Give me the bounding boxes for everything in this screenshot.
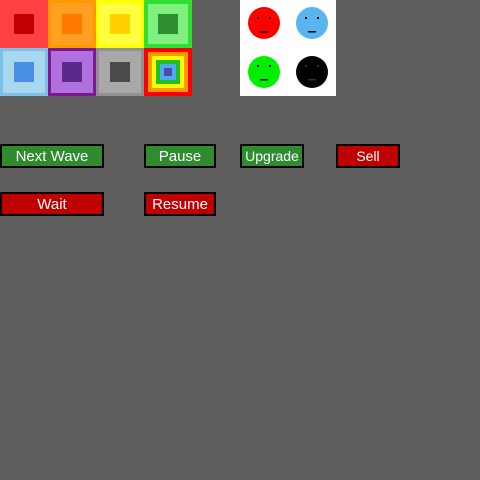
tower-red-core: [14, 14, 34, 34]
tower-rainbow-core: [164, 68, 172, 76]
tower-green[interactable]: [144, 0, 192, 48]
tower-purple[interactable]: [48, 48, 96, 96]
wait-button[interactable]: Wait: [0, 192, 104, 216]
next-wave-button[interactable]: Next Wave: [0, 144, 104, 168]
tower-purple-core: [62, 62, 82, 82]
green-face-icon: [248, 56, 280, 88]
tower-orange[interactable]: [48, 0, 96, 48]
blue-face-icon: [296, 7, 328, 39]
red-face-icon: [248, 7, 280, 39]
tower-green-core: [158, 14, 178, 34]
tower-yellow[interactable]: [96, 0, 144, 48]
tower-rainbow[interactable]: [144, 48, 192, 96]
tower-yellow-core: [110, 14, 130, 34]
tower-gray[interactable]: [96, 48, 144, 96]
black-face-icon: [296, 56, 328, 88]
sell-button[interactable]: Sell: [336, 144, 400, 168]
tower-red[interactable]: [0, 0, 48, 48]
resume-button[interactable]: Resume: [144, 192, 216, 216]
upgrade-button[interactable]: Upgrade: [240, 144, 304, 168]
tower-gray-core: [110, 62, 130, 82]
pause-button[interactable]: Pause: [144, 144, 216, 168]
tower-blue-core: [14, 62, 34, 82]
tower-blue[interactable]: [0, 48, 48, 96]
enemy-faces: [248, 7, 328, 88]
enemy-panel: [240, 0, 336, 96]
tower-orange-core: [62, 14, 82, 34]
